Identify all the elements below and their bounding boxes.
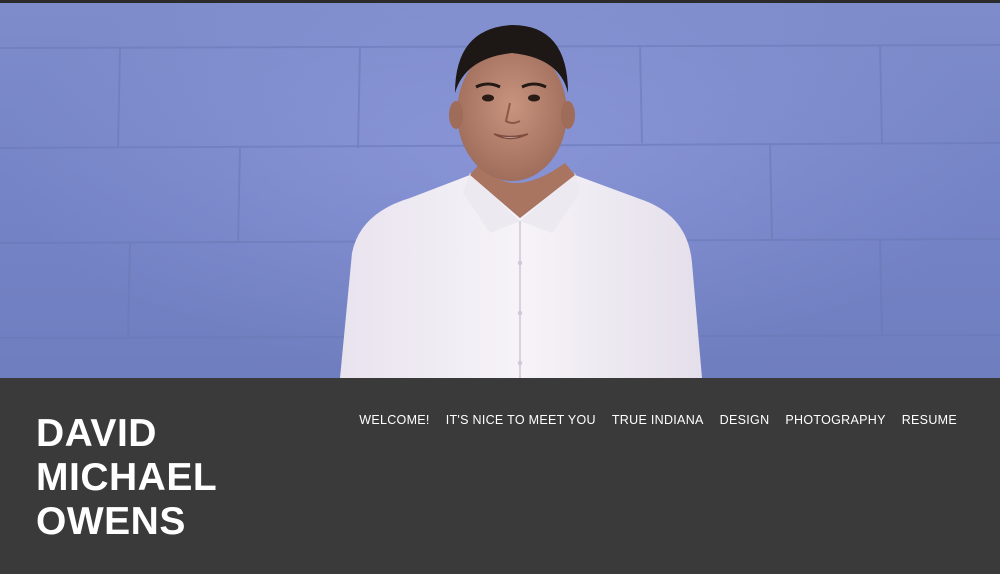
nav-item-true-indiana[interactable]: TRUE INDIANA: [604, 413, 712, 427]
hero-image: [0, 3, 1000, 378]
site-title-line: OWENS: [36, 500, 186, 543]
nav-item-resume[interactable]: RESUME: [894, 413, 957, 427]
nav-item-nice-to-meet-you[interactable]: IT'S NICE TO MEET YOU: [438, 413, 604, 427]
portrait-photo: [0, 25, 1000, 378]
nav-item-photography[interactable]: PHOTOGRAPHY: [777, 413, 893, 427]
site-title-line: DAVID: [36, 412, 157, 455]
main-navigation: WELCOME! IT'S NICE TO MEET YOU TRUE INDI…: [351, 410, 957, 430]
nav-item-design[interactable]: DESIGN: [712, 413, 778, 427]
site-title-line: MICHAEL: [36, 456, 218, 499]
nav-item-welcome[interactable]: WELCOME!: [351, 413, 437, 427]
site-title[interactable]: DAVID MICHAEL OWENS: [36, 412, 296, 544]
